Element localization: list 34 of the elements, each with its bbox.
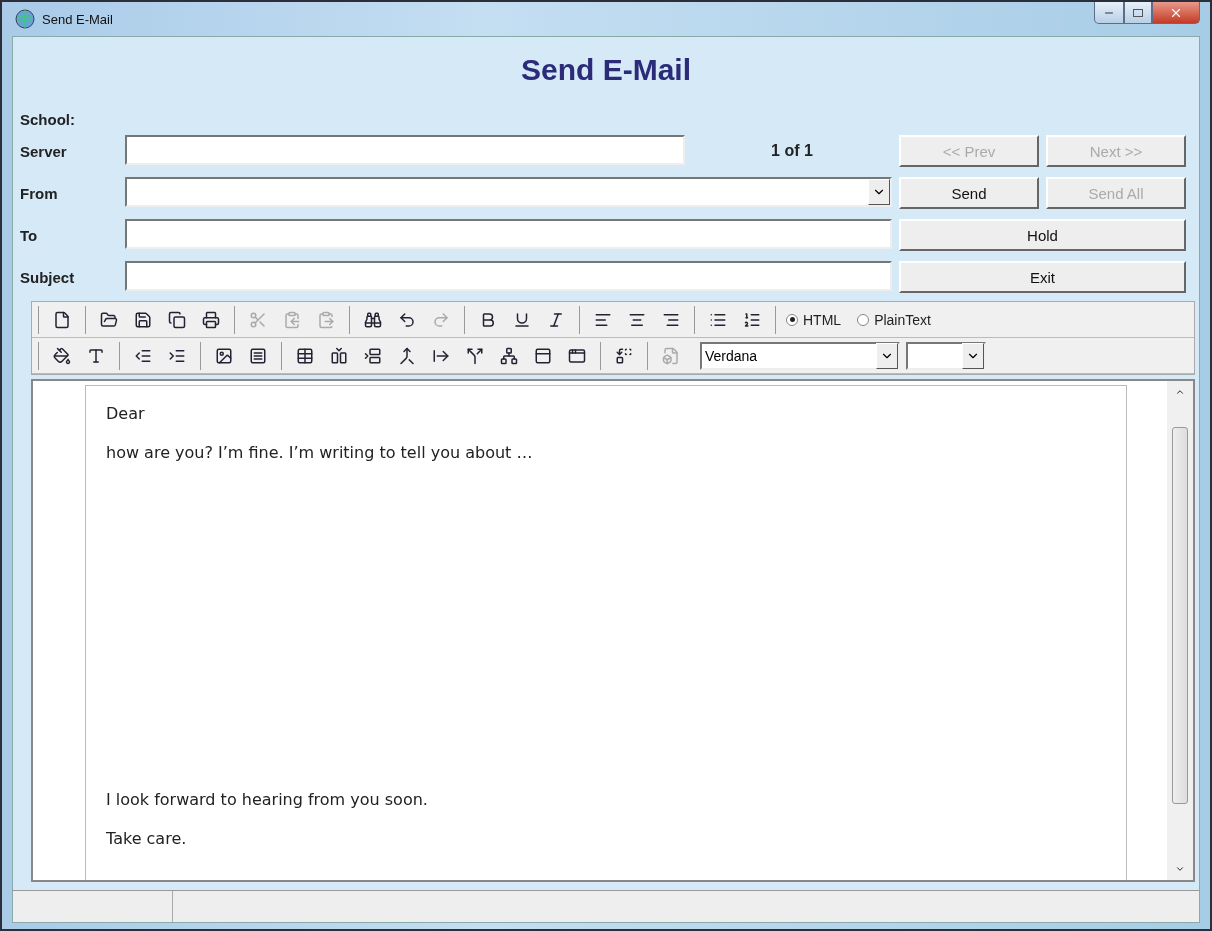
message-body[interactable]: Dear how are you? I’m fine. I’m writing to tell you about … I look forward to hearing from you soon. Take care. xyxy=(85,385,1127,880)
input-field[interactable] xyxy=(125,135,685,165)
radio-label[interactable]: HTML xyxy=(803,311,842,328)
font-select[interactable]: Verdana xyxy=(700,341,900,370)
message-line: how are you? I’m fine. I’m writing to tell you about … xyxy=(106,443,534,462)
school-label: School: xyxy=(19,111,76,130)
globe-icon xyxy=(14,8,36,30)
message-line: Dear xyxy=(106,404,146,423)
scrollbar[interactable] xyxy=(1167,381,1193,880)
close-button[interactable] xyxy=(1152,2,1200,24)
size-select[interactable] xyxy=(906,341,986,370)
dropdown-field[interactable] xyxy=(125,177,892,207)
action-button[interactable]: Hold xyxy=(899,219,1186,251)
maximize-icon[interactable] xyxy=(1133,8,1143,17)
radio-label[interactable]: PlainText xyxy=(874,311,931,328)
page-heading: Send E-Mail xyxy=(520,53,692,87)
field-label: To xyxy=(20,226,39,244)
scroll-up-icon[interactable] xyxy=(1175,387,1185,397)
field-label: Subject xyxy=(20,268,76,286)
message-line: I look forward to hearing from you soon. xyxy=(106,790,429,809)
send-button[interactable]: Send xyxy=(899,177,1039,209)
action-button[interactable]: Exit xyxy=(899,261,1186,293)
message-line: Take care. xyxy=(106,829,188,848)
field-label: From xyxy=(20,184,59,202)
radio-button[interactable] xyxy=(857,313,870,326)
maximize-button[interactable] xyxy=(1124,2,1152,24)
input-field[interactable] xyxy=(125,219,892,249)
window-title: Send E-Mail xyxy=(42,11,113,27)
input-field[interactable] xyxy=(125,261,892,291)
record-counter: 1 of 1 xyxy=(770,142,814,160)
minimize-button[interactable] xyxy=(1094,2,1124,24)
scroll-down-icon[interactable] xyxy=(1175,864,1185,874)
field-label: Server xyxy=(20,142,68,160)
radio-button[interactable] xyxy=(786,313,798,326)
